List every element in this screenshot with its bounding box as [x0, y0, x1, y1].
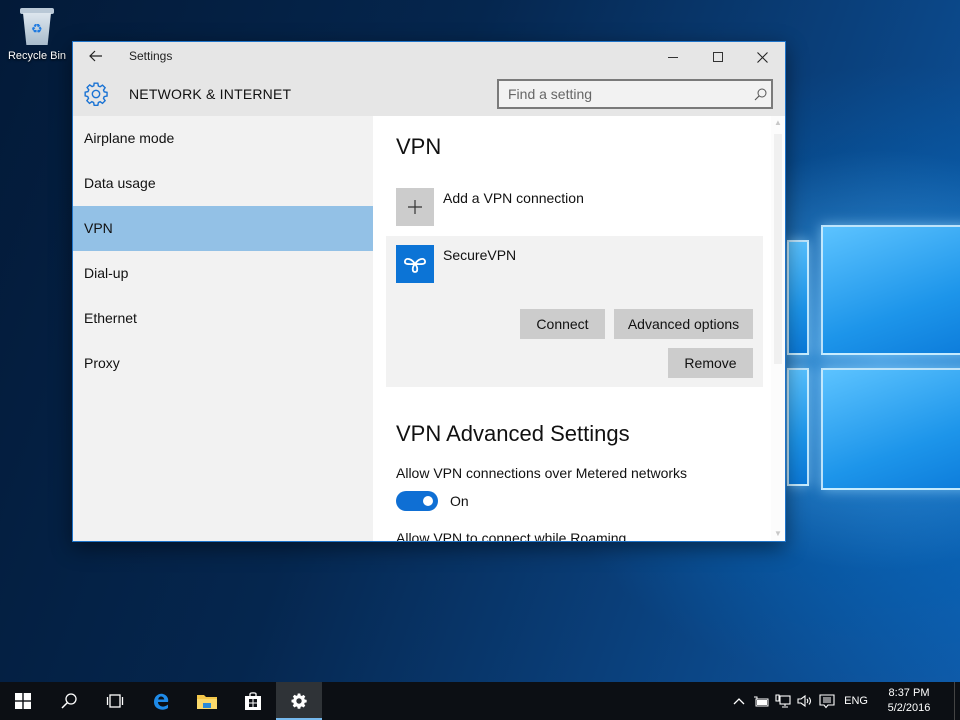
recycle-bin-icon: ♻ [18, 6, 56, 46]
scroll-up-icon[interactable]: ▲ [771, 116, 785, 130]
search-icon[interactable] [749, 83, 771, 105]
vpn-connection-item[interactable]: SecureVPN Connect Advanced options Remov… [386, 236, 763, 387]
network-icon [775, 694, 791, 708]
vpn-connection-name: SecureVPN [443, 247, 517, 263]
connect-button[interactable]: Connect [520, 309, 605, 339]
taskbar-search-button[interactable] [46, 682, 92, 720]
app-title: Settings [129, 49, 173, 63]
advanced-settings-title: VPN Advanced Settings [396, 421, 630, 446]
windows-wallpaper-logo [785, 180, 960, 520]
show-desktop-button[interactable] [954, 682, 960, 720]
windows-start-icon [15, 693, 31, 709]
volume-icon [797, 694, 812, 708]
vpn-connection-icon [396, 245, 434, 283]
taskbar-edge-button[interactable] [138, 682, 184, 720]
edge-browser-icon [154, 693, 169, 710]
network-tray-button[interactable] [772, 682, 794, 720]
taskbar: ENG 8:37 PM 5/2/2016 [0, 682, 960, 720]
close-button[interactable] [740, 42, 785, 72]
scrollbar-thumb[interactable] [774, 134, 782, 364]
chevron-up-icon [733, 698, 745, 705]
search-box [497, 79, 773, 109]
settings-window: Settings NETWORK & INTERNET Find a setti… [72, 41, 786, 542]
toggle-state-label: On [450, 493, 469, 509]
sidebar-item-dial-up[interactable]: Dial-up [73, 251, 373, 296]
input-language-indicator[interactable]: ENG [844, 695, 868, 707]
maximize-icon [712, 52, 723, 62]
vertical-scrollbar[interactable]: ▲ ▼ [771, 116, 785, 541]
close-icon [757, 51, 768, 63]
roaming-label: Allow VPN to connect while Roaming [396, 530, 627, 541]
show-hidden-icons-button[interactable] [728, 682, 750, 720]
advanced-options-button[interactable]: Advanced options [614, 309, 753, 339]
sidebar-item-data-usage[interactable]: Data usage [73, 161, 373, 206]
plus-icon [396, 188, 434, 226]
clock-date: 5/2/2016 [887, 702, 931, 714]
metered-networks-setting: On [396, 491, 469, 511]
taskbar-store-button[interactable] [230, 682, 276, 720]
battery-icon [754, 696, 769, 707]
section-title: NETWORK & INTERNET [129, 86, 292, 102]
minimize-button[interactable] [650, 42, 695, 72]
desktop: ♻ Recycle Bin Settings NETWORK & INTERNE… [0, 0, 960, 682]
task-view-icon [106, 694, 124, 708]
sidebar-item-airplane-mode[interactable]: Airplane mode [73, 116, 373, 161]
desktop-icon-recycle-bin[interactable]: ♻ Recycle Bin [4, 6, 70, 62]
folder-icon [197, 694, 217, 709]
maximize-button[interactable] [695, 42, 740, 72]
content-pane: VPN Add a VPN connection SecureVPN Conne… [373, 116, 785, 541]
search-icon [61, 693, 77, 709]
window-controls [650, 42, 785, 72]
minimize-icon [667, 56, 678, 58]
battery-tray-button[interactable] [750, 682, 772, 720]
action-center-icon [819, 693, 835, 708]
gear-icon [84, 82, 108, 106]
back-button[interactable] [83, 47, 109, 71]
page-title: VPN [396, 134, 442, 159]
sidebar-item-ethernet[interactable]: Ethernet [73, 296, 373, 341]
section-header: NETWORK & INTERNET [73, 77, 785, 115]
taskbar-start-button[interactable] [0, 682, 46, 720]
clock-time: 8:37 PM [888, 687, 930, 699]
title-bar: Settings NETWORK & INTERNET [73, 42, 785, 116]
taskbar-clock[interactable]: 8:37 PM 5/2/2016 [876, 686, 942, 716]
store-icon [245, 692, 261, 710]
system-tray: ENG 8:37 PM 5/2/2016 [728, 682, 960, 720]
remove-button[interactable]: Remove [668, 348, 753, 378]
sidebar-nav: Airplane mode Data usage VPN Dial-up Eth… [73, 116, 373, 541]
window-body: Airplane mode Data usage VPN Dial-up Eth… [73, 116, 785, 541]
taskbar-task-view-button[interactable] [92, 682, 138, 720]
sidebar-item-vpn[interactable]: VPN [73, 206, 373, 251]
taskbar-settings-button[interactable] [276, 682, 322, 720]
scroll-down-icon[interactable]: ▼ [771, 527, 785, 541]
recycle-bin-label: Recycle Bin [7, 50, 67, 62]
action-center-button[interactable] [816, 682, 838, 720]
add-vpn-connection-label: Add a VPN connection [443, 190, 584, 206]
metered-networks-label: Allow VPN connections over Metered netwo… [396, 465, 688, 481]
sidebar-item-proxy[interactable]: Proxy [73, 341, 373, 386]
metered-networks-toggle[interactable] [396, 491, 438, 511]
gear-icon [291, 693, 307, 709]
add-vpn-connection-button[interactable]: Add a VPN connection [396, 188, 584, 226]
search-input[interactable] [499, 86, 749, 102]
volume-tray-button[interactable] [794, 682, 816, 720]
taskbar-file-explorer-button[interactable] [184, 682, 230, 720]
back-arrow-icon [89, 50, 102, 62]
